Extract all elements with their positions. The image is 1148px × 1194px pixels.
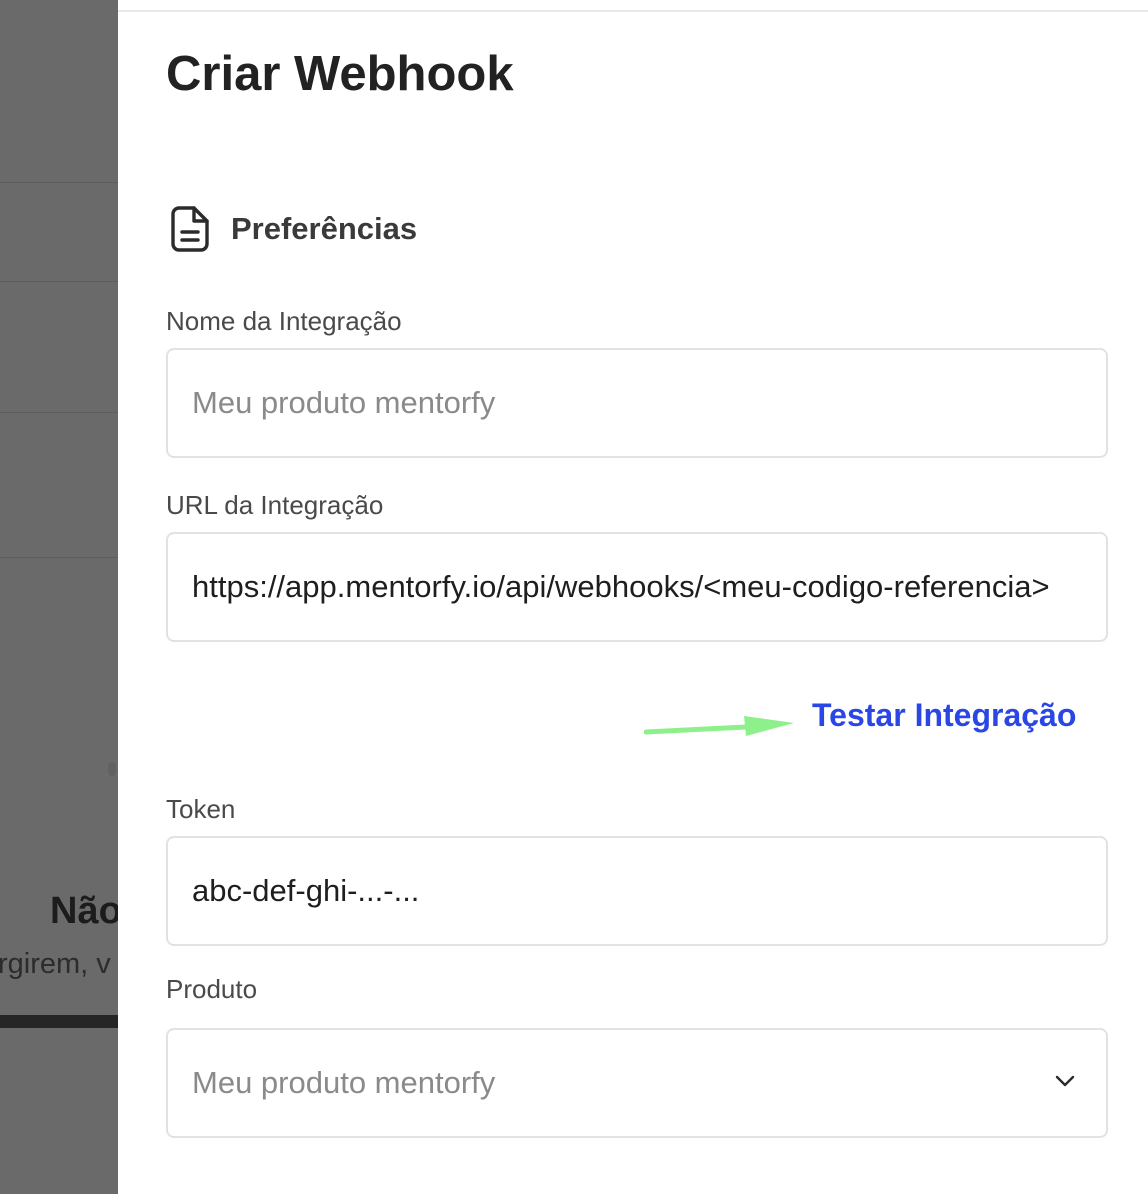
document-icon (170, 205, 210, 253)
page-title: Criar Webhook (166, 47, 514, 101)
section-header-preferences: Preferências (170, 205, 417, 253)
product-label: Produto (166, 974, 258, 1004)
background-divider (0, 182, 118, 183)
annotation-arrow-icon (644, 716, 794, 736)
test-integration-link[interactable]: Testar Integração (812, 697, 1076, 734)
section-title: Preferências (231, 211, 418, 246)
integration-url-label: URL da Integração (166, 490, 384, 520)
background-scroll-indicator (108, 762, 116, 776)
token-input[interactable] (192, 838, 1102, 944)
background-heading: Não (50, 890, 118, 932)
background-divider (0, 281, 118, 282)
integration-name-input[interactable] (192, 350, 1102, 456)
integration-name-field (166, 348, 1108, 458)
create-webhook-drawer: Criar Webhook Preferências Nome da Integ… (118, 0, 1148, 1194)
background-overlay[interactable]: Não rgirem, v (0, 0, 118, 1194)
token-label: Token (166, 794, 236, 824)
chevron-down-icon (1055, 1075, 1075, 1087)
integration-url-field (166, 532, 1108, 642)
product-select-value: Meu produto mentorfy (192, 1065, 496, 1100)
product-select[interactable]: Meu produto mentorfy (166, 1028, 1108, 1138)
background-divider (0, 557, 118, 558)
token-field (166, 836, 1108, 946)
background-text: rgirem, v (0, 948, 111, 980)
integration-name-label: Nome da Integração (166, 306, 402, 336)
background-bar (0, 1015, 118, 1028)
drawer-top-border (118, 10, 1148, 12)
integration-url-input[interactable] (192, 534, 1102, 640)
background-divider (0, 412, 118, 413)
